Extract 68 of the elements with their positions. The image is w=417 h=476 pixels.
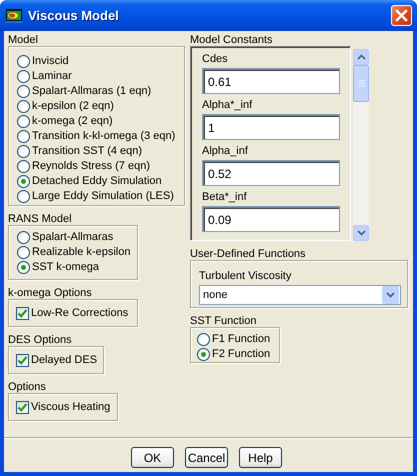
group-label: RANS Model bbox=[8, 213, 72, 225]
group-label: DES Options bbox=[8, 334, 72, 346]
chevron-down-icon bbox=[382, 286, 399, 304]
radio-button[interactable] bbox=[17, 70, 30, 83]
radio-button[interactable] bbox=[17, 85, 30, 98]
field-label: Beta*_inf bbox=[202, 190, 247, 205]
checkbox-label[interactable]: Low-Re Corrections bbox=[31, 306, 128, 321]
radio-label[interactable]: Reynolds Stress (7 eqn) bbox=[32, 159, 150, 174]
radio-label[interactable]: F1 Function bbox=[212, 332, 270, 347]
chevron-down-icon bbox=[356, 230, 366, 236]
checkbox-label[interactable]: Viscous Heating bbox=[31, 400, 110, 415]
chevron-up-icon bbox=[356, 54, 366, 60]
field-label: Alpha*_inf bbox=[202, 98, 252, 113]
radio-button[interactable] bbox=[17, 190, 30, 203]
radio-label[interactable]: Spalart-Allmaras (1 eqn) bbox=[32, 84, 152, 99]
radio-label[interactable]: Laminar bbox=[32, 69, 72, 84]
input-field[interactable]: 0.61 bbox=[202, 68, 340, 94]
app-icon bbox=[6, 8, 22, 22]
input-field[interactable]: 1 bbox=[202, 114, 340, 140]
scroll-thumb[interactable] bbox=[353, 65, 369, 102]
group-label: k-omega Options bbox=[8, 287, 92, 299]
radio-button[interactable] bbox=[197, 348, 210, 361]
field-label: Alpha_inf bbox=[202, 144, 248, 159]
dropdown[interactable]: none bbox=[199, 285, 401, 305]
radio-button[interactable] bbox=[17, 55, 30, 68]
radio-label[interactable]: Spalart-Allmaras bbox=[32, 230, 114, 245]
field-label: Cdes bbox=[202, 52, 228, 67]
radio-button[interactable] bbox=[17, 246, 30, 259]
close-icon bbox=[395, 9, 408, 22]
scroll-down-button[interactable] bbox=[353, 225, 369, 241]
checkbox[interactable] bbox=[16, 401, 29, 414]
radio-button[interactable] bbox=[17, 130, 30, 143]
field-label: Turbulent Viscosity bbox=[199, 269, 292, 284]
radio-label[interactable]: k-epsilon (2 eqn) bbox=[32, 99, 114, 114]
scroll-up-button[interactable] bbox=[353, 49, 369, 65]
radio-label[interactable]: SST k-omega bbox=[32, 260, 100, 275]
scrollbar[interactable] bbox=[353, 49, 369, 241]
radio-label[interactable]: Large Eddy Simulation (LES) bbox=[32, 189, 174, 204]
radio-button[interactable] bbox=[17, 175, 30, 188]
radio-label[interactable]: Detached Eddy Simulation bbox=[32, 174, 162, 189]
radio-label[interactable]: Transition k-kl-omega (3 eqn) bbox=[32, 129, 176, 144]
group-label: SST Function bbox=[190, 315, 256, 327]
radio-button[interactable] bbox=[17, 115, 30, 128]
radio-label[interactable]: Inviscid bbox=[32, 54, 69, 69]
checkbox-label[interactable]: Delayed DES bbox=[31, 353, 98, 368]
dialog-button[interactable]: OK bbox=[131, 447, 174, 468]
radio-label[interactable]: F2 Function bbox=[212, 347, 270, 362]
radio-button[interactable] bbox=[17, 160, 30, 173]
checkbox[interactable] bbox=[16, 307, 29, 320]
radio-button[interactable] bbox=[17, 261, 30, 274]
window-title: Viscous Model bbox=[28, 8, 120, 23]
radio-label[interactable]: Realizable k-epsilon bbox=[32, 245, 130, 260]
radio-button[interactable] bbox=[197, 333, 210, 346]
input-field[interactable]: 0.09 bbox=[202, 206, 340, 232]
group-label: User-Defined Functions bbox=[190, 248, 306, 260]
radio-button[interactable] bbox=[17, 100, 30, 113]
radio-button[interactable] bbox=[17, 231, 30, 244]
dialog-button[interactable]: Cancel bbox=[185, 447, 228, 468]
group-label: Options bbox=[8, 381, 46, 393]
radio-label[interactable]: k-omega (2 eqn) bbox=[32, 114, 113, 129]
input-field[interactable]: 0.52 bbox=[202, 160, 340, 186]
group-label: Model Constants bbox=[190, 34, 273, 46]
radio-button[interactable] bbox=[17, 145, 30, 158]
group-label: Model bbox=[8, 34, 38, 46]
checkbox[interactable] bbox=[16, 354, 29, 367]
dialog-button[interactable]: Help bbox=[239, 447, 282, 468]
radio-label[interactable]: Transition SST (4 eqn) bbox=[32, 144, 142, 159]
close-button[interactable] bbox=[391, 5, 412, 26]
